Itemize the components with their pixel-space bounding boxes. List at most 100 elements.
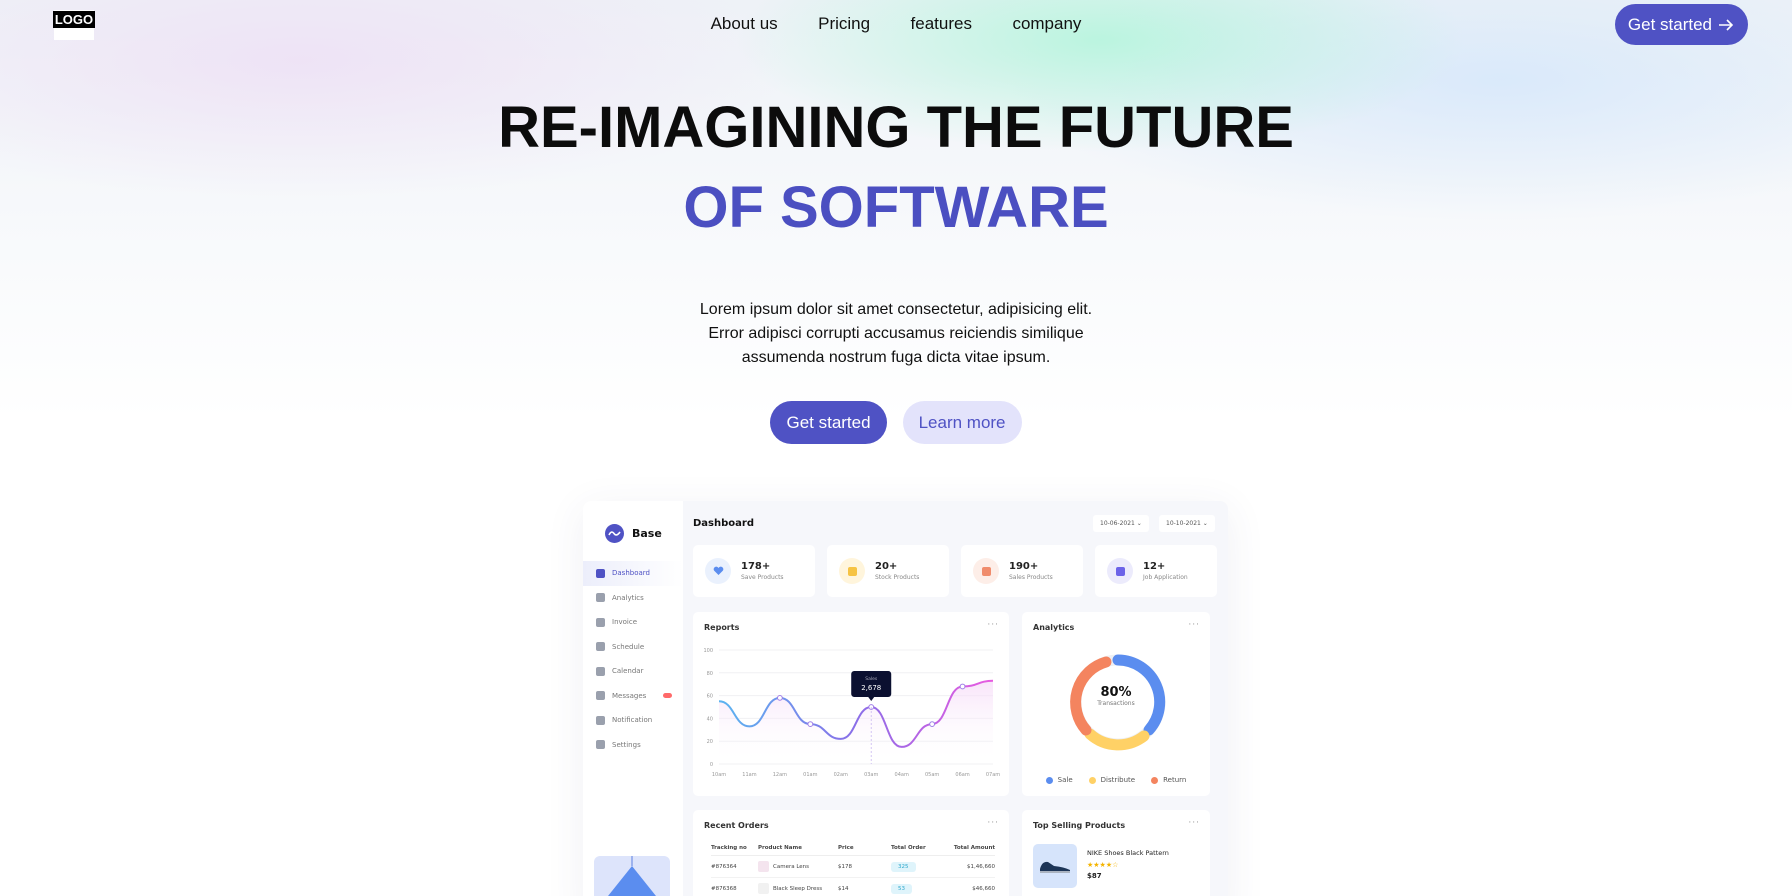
sidebar-item-dashboard[interactable]: Dashboard — [583, 561, 683, 586]
calendar-icon — [596, 666, 605, 676]
nav-link-features[interactable]: features — [911, 14, 972, 34]
legend-label: Return — [1163, 776, 1187, 784]
learn-more-button[interactable]: Learn more — [902, 401, 1022, 444]
stat-card-sales: 190+ Sales Products — [961, 545, 1083, 597]
hero: RE-IMAGINING THE FUTURE OF SOFTWARE Lore… — [0, 88, 1792, 444]
box-icon — [839, 558, 865, 584]
col-tracking[interactable]: Tracking no — [711, 845, 758, 851]
grid-icon — [596, 568, 605, 578]
col-total-order[interactable]: Total Order — [891, 845, 951, 851]
order-count-badge: 53 — [891, 883, 912, 894]
sidebar-item-schedule[interactable]: Schedule — [583, 635, 683, 660]
more-icon[interactable]: ··· — [987, 818, 999, 828]
analytics-legend: Sale Distribute Return — [1022, 776, 1210, 784]
date-from-value: 10-06-2021 — [1100, 520, 1135, 527]
orders-title: Recent Orders — [704, 821, 769, 830]
stats-row: 178+ Save Products 20+ Stock Products 190+… — [693, 545, 1217, 597]
sidebar-item-label: Calendar — [612, 667, 644, 676]
cell-total-order: 53 — [891, 883, 951, 894]
nav-link-pricing[interactable]: Pricing — [818, 14, 870, 34]
x-tick-label: 07am — [986, 772, 1000, 778]
analytics-caption: Transactions — [1097, 700, 1135, 707]
sidebar-item-label: Dashboard — [612, 569, 650, 578]
x-tick-label: 03am — [864, 772, 878, 778]
donut-center: 80% Transactions — [1022, 685, 1210, 707]
legend-item: Distribute — [1088, 776, 1135, 784]
date-from-select[interactable]: 10-06-2021 ⌄ — [1093, 515, 1149, 532]
sidebar-item-messages[interactable]: Messages — [583, 684, 683, 709]
orders-table-header: Tracking no Product Name Price Total Ord… — [711, 845, 995, 856]
tooltip-label: Sales — [865, 676, 878, 682]
col-product[interactable]: Product Name — [758, 845, 838, 851]
stat-label: Sales Products — [1009, 574, 1053, 581]
get-started-button[interactable]: Get started — [770, 401, 887, 444]
lamp-illustration-icon — [608, 856, 656, 896]
stat-card-save: 178+ Save Products — [693, 545, 815, 597]
data-point — [807, 721, 814, 727]
product-price: $87 — [1087, 872, 1102, 880]
col-total-amount[interactable]: Total Amount — [951, 845, 995, 851]
heart-icon — [705, 558, 731, 584]
x-tick-label: 05am — [925, 772, 939, 778]
dress-icon — [758, 883, 769, 894]
sidebar-item-calendar[interactable]: Calendar — [583, 659, 683, 684]
data-point — [776, 694, 783, 701]
stat-card-jobs: 12+ Job Application — [1095, 545, 1217, 597]
recent-orders-card: Recent Orders ··· Tracking no Product Na… — [693, 810, 1009, 896]
cell: $1,46,660 — [967, 863, 995, 870]
product-rating: ★★★★☆ — [1087, 861, 1119, 869]
y-tick-label: 20 — [707, 739, 713, 745]
stat-value: 12+ — [1143, 561, 1166, 572]
nav-get-started-button[interactable]: Get started — [1614, 4, 1748, 45]
x-tick-label: 06am — [955, 772, 969, 778]
sidebar-item-settings[interactable]: Settings — [583, 733, 683, 758]
y-tick-label: 40 — [707, 716, 713, 722]
reports-card: Reports ··· 0 20 40 60 80 100 10am 11am 12am 01am… — [693, 612, 1009, 796]
cell-total-order: 325 — [891, 861, 951, 872]
hero-actions: Get started Learn more — [0, 401, 1792, 444]
stat-value: 190+ — [1009, 561, 1039, 572]
sidebar-item-notification[interactable]: Notification — [583, 708, 683, 733]
cell: #876364 — [711, 863, 737, 870]
nav-get-started-label: Get started — [1627, 14, 1712, 34]
legend-item: Sale — [1045, 776, 1073, 784]
cell: Camera Lens — [773, 863, 810, 870]
x-tick-label: 01am — [803, 772, 817, 778]
more-icon[interactable]: ··· — [1188, 818, 1200, 828]
table-row[interactable]: #876364 Camera Lens $178 325 $1,46,660 — [711, 856, 995, 878]
nav-link-company[interactable]: company — [1012, 14, 1081, 34]
data-point — [959, 683, 966, 690]
sidebar-promo-card — [594, 856, 670, 896]
nav-link-about[interactable]: About us — [711, 14, 778, 34]
order-count-badge: 325 — [891, 861, 916, 872]
legend-item: Return — [1151, 776, 1186, 784]
x-tick-label: 10am — [712, 772, 726, 778]
hero-title-line2: OF SOFTWARE — [683, 175, 1109, 240]
dashboard-title: Dashboard — [693, 518, 754, 529]
camera-icon — [758, 861, 769, 872]
sidebar-item-label: Messages — [612, 691, 647, 700]
y-tick-label: 100 — [703, 648, 713, 654]
sidebar-item-invoice[interactable]: Invoice — [583, 610, 683, 635]
product-name: NIKE Shoes Black Pattern — [1087, 849, 1169, 857]
hero-title-line1: RE-IMAGINING THE FUTURE — [498, 95, 1294, 160]
x-tick-label: 04am — [895, 772, 909, 778]
tooltip-arrow — [868, 697, 875, 701]
analytics-icon — [596, 593, 605, 603]
legend-label: Sale — [1057, 776, 1073, 784]
bell-icon — [596, 715, 605, 725]
sidebar-item-label: Analytics — [612, 593, 644, 602]
x-tick-label: 02am — [834, 772, 848, 778]
col-price[interactable]: Price — [838, 845, 891, 851]
dashboard-brand: Base — [605, 524, 662, 543]
top-products-card: Top Selling Products ··· NIKE Shoes Blac… — [1022, 810, 1210, 896]
y-tick-label: 60 — [707, 694, 713, 700]
product-item[interactable]: NIKE Shoes Black Pattern ★★★★☆ $87 — [1033, 844, 1169, 888]
date-to-select[interactable]: 10-10-2021 ⌄ — [1159, 515, 1215, 532]
y-tick-label: 80 — [707, 671, 713, 677]
brand-wave-icon — [605, 524, 624, 543]
x-tick-label: 11am — [742, 772, 756, 778]
nav-links: About us Pricing features company — [0, 14, 1792, 34]
table-row[interactable]: #876368 Black Sleep Dress $14 53 $46,660 — [711, 878, 995, 896]
sidebar-item-analytics[interactable]: Analytics — [583, 586, 683, 611]
